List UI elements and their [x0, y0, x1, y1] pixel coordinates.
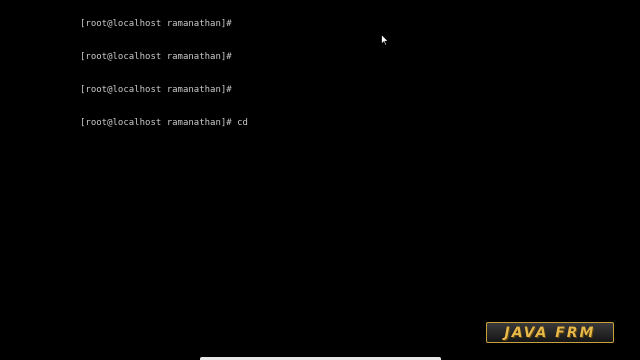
- terminal-output[interactable]: [root@localhost ramanathan]# [root@local…: [80, 0, 620, 151]
- terminal-current-line[interactable]: [root@localhost ramanathan]# cd: [80, 118, 620, 129]
- terminal-line: [root@localhost ramanathan]#: [80, 19, 232, 29]
- watermark-text: JAVA FRM: [504, 324, 596, 341]
- terminal-line: [root@localhost ramanathan]#: [80, 52, 232, 62]
- java-frm-watermark-logo: JAVA FRM: [486, 322, 614, 343]
- mouse-pointer-icon: [381, 34, 389, 46]
- terminal-screen[interactable]: [root@localhost ramanathan]# [root@local…: [0, 0, 640, 360]
- terminal-line: [root@localhost ramanathan]#: [80, 85, 232, 95]
